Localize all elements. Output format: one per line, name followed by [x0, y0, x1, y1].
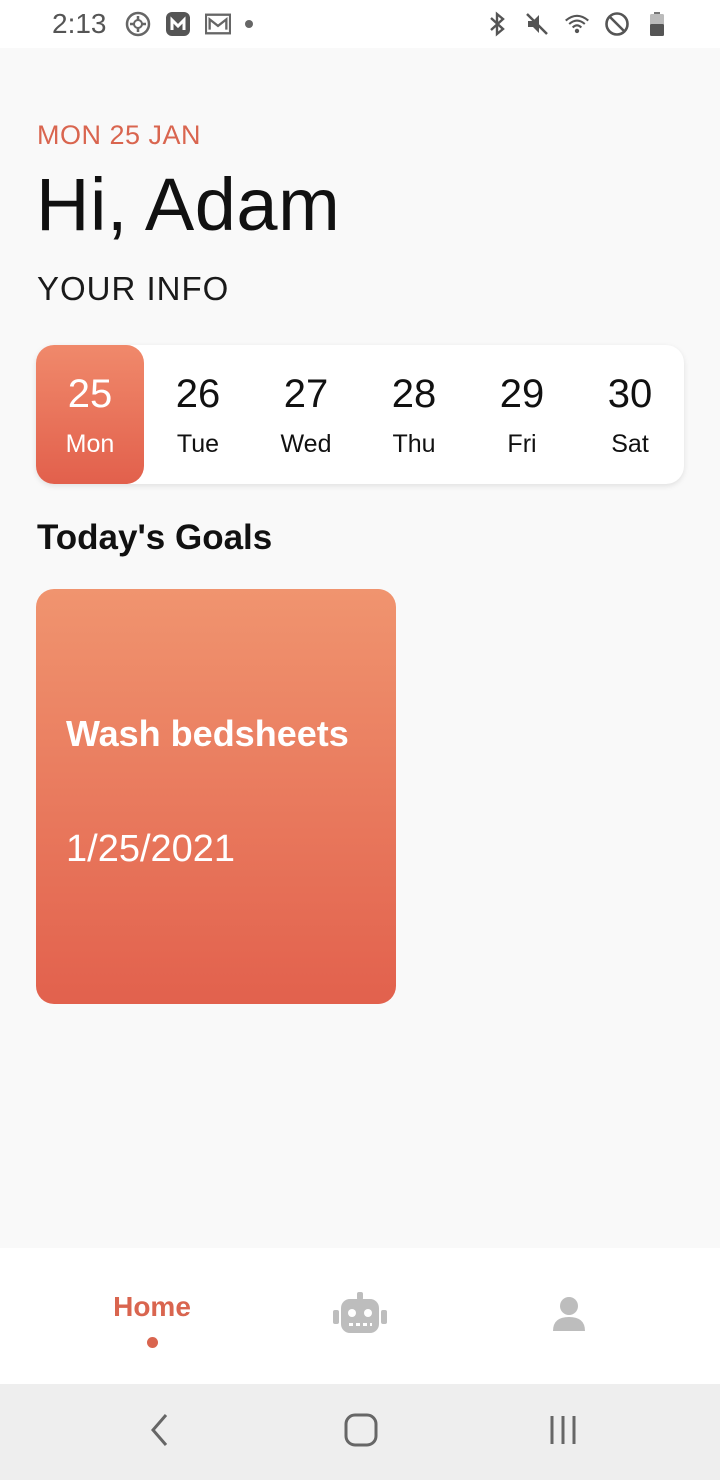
home-square-icon: [343, 1412, 379, 1453]
goal-date: 1/25/2021: [66, 828, 236, 870]
nav-home-label: Home: [113, 1290, 191, 1322]
calendar-day[interactable]: 30 Sat: [576, 345, 684, 484]
goals-heading: Today's Goals: [37, 518, 273, 557]
mute-icon: [524, 11, 550, 37]
day-number: 29: [499, 371, 545, 416]
bottom-nav: Home: [0, 1248, 720, 1384]
user-icon: [551, 1296, 587, 1336]
nav-home-tab[interactable]: Home: [62, 1248, 242, 1384]
status-right: [484, 11, 670, 37]
day-name: Sat: [611, 429, 649, 458]
back-button[interactable]: [136, 1408, 184, 1456]
home-button[interactable]: [337, 1408, 385, 1456]
day-name: Thu: [392, 429, 436, 458]
section-label: YOUR INFO: [37, 270, 230, 307]
day-number: 25: [67, 371, 113, 416]
recent-apps-button[interactable]: [539, 1408, 587, 1456]
recent-apps-icon: [546, 1413, 580, 1452]
calendar-day[interactable]: 27 Wed: [252, 345, 360, 484]
date-label: MON 25 JAN: [37, 120, 202, 150]
robot-icon: [332, 1291, 388, 1341]
day-number: 30: [607, 371, 653, 416]
day-name: Fri: [507, 429, 537, 458]
day-number: 26: [175, 371, 221, 416]
calendar-day[interactable]: 29 Fri: [468, 345, 576, 484]
week-calendar: 25 Mon 26 Tue 27 Wed 28 Thu 29 Fri 30 Sa…: [36, 345, 684, 484]
gmail-icon: [204, 11, 231, 37]
notification-dot-icon: [244, 20, 253, 28]
location-icon: [125, 11, 151, 37]
active-indicator-dot: [146, 1336, 158, 1348]
day-number: 28: [391, 371, 437, 416]
calendar-day[interactable]: 28 Thu: [360, 345, 468, 484]
back-chevron-icon: [148, 1412, 172, 1453]
app-m-icon: [165, 11, 191, 37]
dnd-icon: [604, 11, 630, 37]
calendar-day[interactable]: 25 Mon: [36, 345, 144, 484]
day-number: 27: [283, 371, 329, 416]
system-nav-bar: [0, 1384, 720, 1480]
day-name: Wed: [280, 429, 332, 458]
bluetooth-icon: [484, 11, 510, 37]
day-name: Mon: [65, 429, 115, 458]
status-left: 2:13: [52, 8, 253, 40]
battery-icon: [644, 11, 670, 37]
day-name: Tue: [176, 429, 220, 458]
calendar-day[interactable]: 26 Tue: [144, 345, 252, 484]
wifi-icon: [564, 11, 590, 37]
goal-card[interactable]: Wash bedsheets 1/25/2021: [36, 589, 396, 1004]
nav-robot-tab[interactable]: [270, 1248, 450, 1384]
nav-profile-tab[interactable]: [479, 1248, 659, 1384]
greeting-title: Hi, Adam: [36, 163, 341, 246]
status-bar: 2:13: [0, 0, 720, 48]
status-time: 2:13: [52, 8, 107, 39]
goal-title: Wash bedsheets: [66, 713, 349, 754]
